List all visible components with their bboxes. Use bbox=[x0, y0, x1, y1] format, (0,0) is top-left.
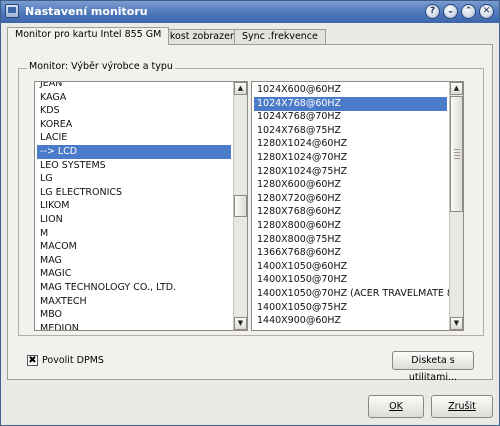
list-item[interactable]: 1024X600@60HZ bbox=[254, 83, 447, 97]
close-icon[interactable]: ✕ bbox=[479, 4, 494, 19]
list-item[interactable]: LG ELECTRONICS bbox=[37, 186, 231, 200]
list-item[interactable]: LG bbox=[37, 172, 231, 186]
window-title: Nastavení monitoru bbox=[25, 5, 148, 18]
list-item[interactable]: 1440X900@75HZ bbox=[254, 328, 447, 330]
grip-icon bbox=[454, 158, 460, 159]
list-item[interactable]: KOREA bbox=[37, 118, 231, 132]
list-item[interactable]: 1280X800@60HZ bbox=[254, 219, 447, 233]
list-item[interactable]: KDS bbox=[37, 104, 231, 118]
list-item[interactable]: JEAN bbox=[37, 82, 231, 91]
list-item[interactable]: M bbox=[37, 227, 231, 241]
list-item[interactable]: MAG bbox=[37, 254, 231, 268]
list-item[interactable]: LACIE bbox=[37, 131, 231, 145]
dpms-label: Povolit DPMS bbox=[42, 355, 104, 366]
list-item[interactable]: 1280X600@60HZ bbox=[254, 178, 447, 192]
list-item[interactable]: 1400X1050@70HZ bbox=[254, 273, 447, 287]
list-item[interactable]: 1024X768@75HZ bbox=[254, 124, 447, 138]
list-item[interactable]: 1280X1024@60HZ bbox=[254, 137, 447, 151]
minimize-icon[interactable]: ⌄ bbox=[443, 4, 458, 19]
scroll-up-arrow-icon[interactable]: ▲ bbox=[450, 82, 463, 95]
list-item[interactable]: 1280X768@60HZ bbox=[254, 205, 447, 219]
list-item[interactable]: LEO SYSTEMS bbox=[37, 159, 231, 173]
list-item[interactable]: KAGA bbox=[37, 91, 231, 105]
tab-monitor[interactable]: Monitor pro kartu Intel 855 GM bbox=[7, 27, 170, 45]
grip-icon bbox=[454, 149, 460, 150]
dpms-checkbox[interactable]: ✖ bbox=[27, 355, 38, 366]
scroll-up-arrow-icon[interactable]: ▲ bbox=[234, 82, 247, 95]
monitor-app-icon bbox=[5, 4, 19, 18]
cancel-button[interactable]: Zrušit bbox=[431, 395, 493, 418]
list-item[interactable]: 1280X1024@70HZ bbox=[254, 151, 447, 165]
mode-scrollbar[interactable]: ▲ ▼ bbox=[449, 82, 463, 330]
list-item[interactable]: MBO bbox=[37, 308, 231, 322]
utility-disk-button[interactable]: Disketa s utilitami... bbox=[392, 351, 474, 383]
list-item[interactable]: --> LCD bbox=[37, 145, 231, 159]
maximize-icon[interactable]: ⌃ bbox=[461, 4, 476, 19]
vendor-scrollbar[interactable]: ▲ ▼ bbox=[233, 82, 247, 330]
vendor-list[interactable]: JEAN KAGA KDS KOREA LACIE --> LCD LEO SYSTEMS L… bbox=[34, 81, 248, 331]
scroll-down-arrow-icon[interactable]: ▼ bbox=[234, 317, 247, 330]
list-item[interactable]: LION bbox=[37, 213, 231, 227]
list-item[interactable]: MEDION bbox=[37, 322, 231, 330]
list-item[interactable]: 1024X768@70HZ bbox=[254, 110, 447, 124]
cancel-button-label: Zrušit bbox=[448, 401, 476, 412]
grip-icon bbox=[454, 155, 460, 156]
list-item[interactable]: MAXTECH bbox=[37, 295, 231, 309]
title-bar[interactable]: Nastavení monitoru ? ⌄ ⌃ ✕ bbox=[1, 1, 499, 23]
list-item[interactable]: 1440X900@60HZ bbox=[254, 314, 447, 328]
list-item[interactable]: 1366X768@60HZ bbox=[254, 246, 447, 260]
list-item[interactable]: 1024X768@60HZ bbox=[254, 96, 447, 111]
mode-list[interactable]: 1024X600@60HZ 1024X768@60HZ 1024X768@70HZ 1… bbox=[251, 81, 464, 331]
list-item[interactable]: 1280X800@75HZ bbox=[254, 233, 447, 247]
list-item[interactable]: 1280X1024@75HZ bbox=[254, 165, 447, 179]
settings-window: Nastavení monitoru ? ⌄ ⌃ ✕ Monitor pro k… bbox=[0, 0, 500, 426]
ok-button[interactable]: OK bbox=[368, 395, 424, 418]
list-item[interactable]: 1280X720@60HZ bbox=[254, 192, 447, 206]
list-item[interactable]: MAG TECHNOLOGY CO., LTD. bbox=[37, 281, 231, 295]
list-item[interactable]: LIKOM bbox=[37, 199, 231, 213]
grip-icon bbox=[454, 152, 460, 153]
scroll-down-arrow-icon[interactable]: ▼ bbox=[450, 317, 463, 330]
list-item[interactable]: MACOM bbox=[37, 240, 231, 254]
groupbox-legend: Monitor: Výběr výrobce a typu bbox=[27, 61, 175, 72]
list-item[interactable]: MAGIC bbox=[37, 267, 231, 281]
list-item[interactable]: 1400X1050@70HZ (ACER TRAVELMATE 800) bbox=[254, 287, 463, 301]
mode-scroll-thumb[interactable] bbox=[450, 96, 463, 212]
list-item[interactable]: 1400X1050@60HZ bbox=[254, 260, 447, 274]
vendor-scroll-thumb[interactable] bbox=[234, 195, 247, 217]
list-item[interactable]: 1400X1050@75HZ bbox=[254, 301, 447, 315]
help-icon[interactable]: ? bbox=[425, 4, 440, 19]
ok-button-label: OK bbox=[389, 401, 403, 412]
tab-sync-frequency[interactable]: Sync .frekvence bbox=[234, 29, 326, 44]
